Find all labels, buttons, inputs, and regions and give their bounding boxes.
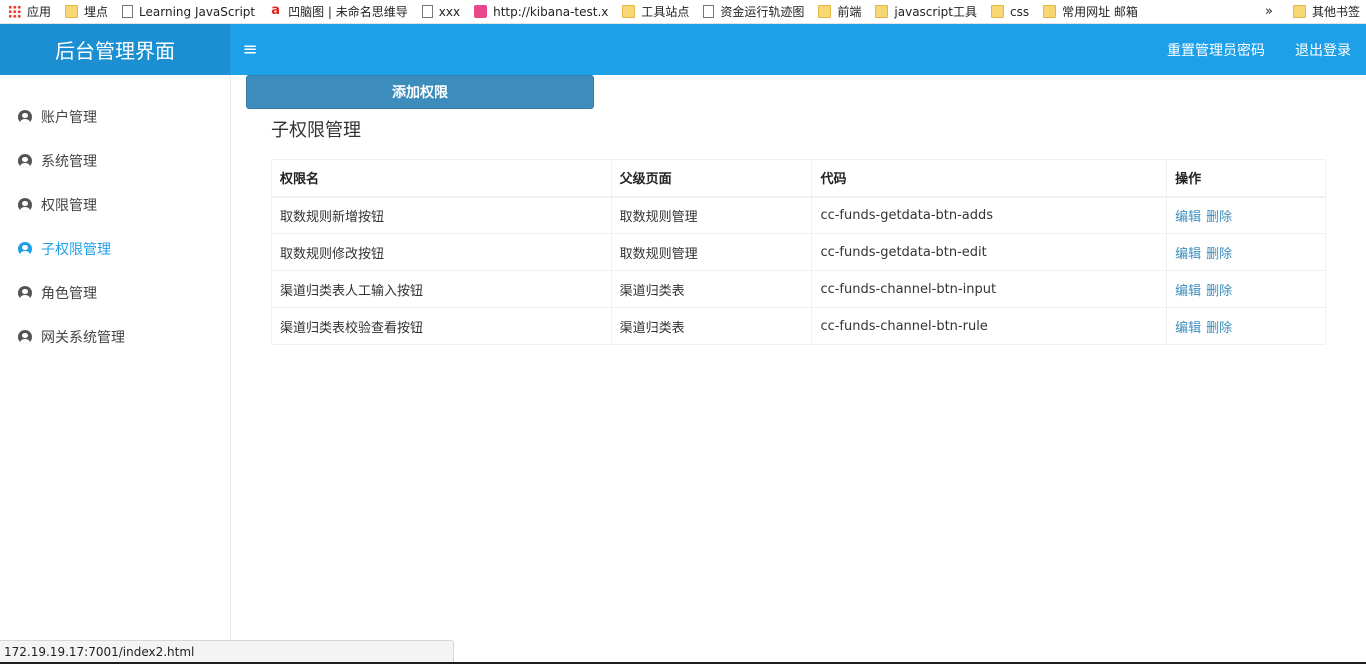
- cell-name: 取数规则修改按钮: [271, 233, 612, 271]
- table-row: 取数规则修改按钮 取数规则管理 cc-funds-getdata-btn-edi…: [271, 233, 1326, 271]
- status-url-bar: 172.19.19.17:7001/index2.html: [0, 640, 454, 662]
- delete-link[interactable]: 删除: [1206, 321, 1232, 336]
- cell-actions: 编辑 删除: [1166, 233, 1326, 271]
- delete-link[interactable]: 删除: [1206, 247, 1232, 262]
- sidebar-item-accounts[interactable]: 账户管理: [0, 95, 230, 139]
- aonao-icon: a: [269, 4, 283, 18]
- bookmark-common-sites[interactable]: 常用网址 邮箱: [1035, 0, 1144, 23]
- logout-link[interactable]: 退出登录: [1280, 40, 1366, 60]
- user-icon: [18, 286, 32, 300]
- bookmark-apps[interactable]: 应用: [0, 0, 57, 23]
- cell-name: 渠道归类表校验查看按钮: [271, 307, 612, 345]
- folder-icon: [1043, 5, 1057, 18]
- kibana-icon: [474, 5, 488, 18]
- column-header-name: 权限名: [271, 159, 612, 198]
- column-header-code: 代码: [811, 159, 1168, 198]
- edit-link[interactable]: 编辑: [1175, 284, 1201, 299]
- app-header: 后台管理界面 ≡ 重置管理员密码 退出登录: [0, 24, 1366, 75]
- table-header-row: 权限名 父级页面 代码 操作: [271, 159, 1326, 198]
- cell-name: 取数规则新增按钮: [271, 196, 612, 234]
- column-header-actions: 操作: [1166, 159, 1326, 198]
- cell-parent: 取数规则管理: [610, 233, 813, 271]
- bookmark-css[interactable]: css: [983, 0, 1035, 23]
- edit-link[interactable]: 编辑: [1175, 247, 1201, 262]
- cell-actions: 编辑 删除: [1166, 307, 1326, 345]
- bookmark-js-tools[interactable]: javascript工具: [867, 0, 983, 23]
- reset-password-link[interactable]: 重置管理员密码: [1152, 40, 1280, 60]
- bookmark-other[interactable]: 其他书签: [1285, 0, 1366, 23]
- bookmarks-bar: 应用 埋点 Learning JavaScript a 凹脑图 | 未命名思维导 …: [0, 0, 1366, 24]
- delete-link[interactable]: 删除: [1206, 284, 1232, 299]
- bookmark-maidian[interactable]: 埋点: [57, 0, 114, 23]
- folder-icon: [65, 5, 79, 18]
- user-icon: [18, 154, 32, 168]
- cell-parent: 渠道归类表: [610, 307, 813, 345]
- delete-link[interactable]: 删除: [1206, 210, 1232, 225]
- app-logo[interactable]: 后台管理界面: [0, 24, 230, 75]
- cell-actions: 编辑 删除: [1166, 270, 1326, 308]
- cell-actions: 编辑 删除: [1166, 196, 1326, 234]
- sidebar: 账户管理 系统管理 权限管理 子权限管理 角色管理 网关系统管理: [0, 75, 231, 645]
- folder-icon: [818, 5, 832, 18]
- sidebar-item-system[interactable]: 系统管理: [0, 139, 230, 183]
- bookmark-frontend[interactable]: 前端: [810, 0, 867, 23]
- cell-code: cc-funds-channel-btn-input: [811, 270, 1168, 308]
- sub-permission-table: 权限名 父级页面 代码 操作 取数规则新增按钮 取数规则管理 cc-funds-…: [271, 159, 1326, 345]
- sidebar-item-gateway[interactable]: 网关系统管理: [0, 315, 230, 359]
- bookmark-tools[interactable]: 工具站点: [614, 0, 695, 23]
- page-title: 子权限管理: [271, 120, 361, 141]
- add-permission-button[interactable]: 添加权限: [246, 75, 594, 109]
- bookmark-xxx[interactable]: xxx: [414, 0, 466, 23]
- bookmarks-more-button[interactable]: »: [1253, 4, 1285, 19]
- folder-icon: [875, 5, 889, 18]
- page-icon: [703, 5, 715, 18]
- cell-code: cc-funds-getdata-btn-adds: [811, 196, 1168, 234]
- edit-link[interactable]: 编辑: [1175, 321, 1201, 336]
- cell-code: cc-funds-getdata-btn-edit: [811, 233, 1168, 271]
- table-row: 取数规则新增按钮 取数规则管理 cc-funds-getdata-btn-add…: [271, 196, 1326, 234]
- bookmark-learning-js[interactable]: Learning JavaScript: [114, 0, 261, 23]
- folder-icon: [1292, 5, 1306, 18]
- bookmark-funds-track[interactable]: 资金运行轨迹图: [695, 0, 810, 23]
- sidebar-item-permissions[interactable]: 权限管理: [0, 183, 230, 227]
- cell-parent: 渠道归类表: [610, 270, 813, 308]
- page-icon: [122, 5, 134, 18]
- apps-icon: [8, 5, 21, 18]
- column-header-parent: 父级页面: [610, 159, 813, 198]
- page-icon: [421, 5, 433, 18]
- table-row: 渠道归类表人工输入按钮 渠道归类表 cc-funds-channel-btn-i…: [271, 270, 1326, 308]
- bookmark-kibana[interactable]: http://kibana-test.x: [466, 0, 614, 23]
- edit-link[interactable]: 编辑: [1175, 210, 1201, 225]
- cell-code: cc-funds-channel-btn-rule: [811, 307, 1168, 345]
- user-icon: [18, 242, 32, 256]
- table-row: 渠道归类表校验查看按钮 渠道归类表 cc-funds-channel-btn-r…: [271, 307, 1326, 345]
- cell-parent: 取数规则管理: [610, 196, 813, 234]
- user-icon: [18, 330, 32, 344]
- folder-icon: [991, 5, 1004, 18]
- user-icon: [18, 110, 32, 124]
- folder-icon: [622, 5, 636, 18]
- cell-name: 渠道归类表人工输入按钮: [271, 270, 612, 308]
- sidebar-item-sub-permissions[interactable]: 子权限管理: [0, 227, 230, 271]
- menu-toggle-icon[interactable]: ≡: [230, 24, 270, 75]
- user-icon: [18, 198, 32, 212]
- sidebar-item-roles[interactable]: 角色管理: [0, 271, 230, 315]
- bookmark-aonaotu[interactable]: a 凹脑图 | 未命名思维导: [261, 0, 414, 23]
